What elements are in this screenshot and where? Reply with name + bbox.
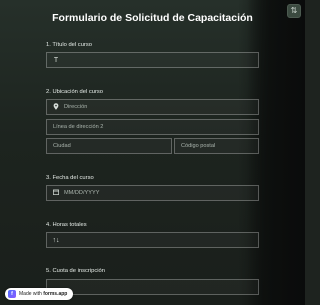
layout-toggle-button[interactable]: ⇅ bbox=[287, 4, 301, 18]
form-title: Formulario de Solicitud de Capacitación bbox=[52, 12, 253, 24]
number-icon: ↑↓ bbox=[52, 236, 60, 244]
badge-prefix: Made with bbox=[19, 291, 42, 297]
address-line-2-input[interactable]: Línea de dirección 2 bbox=[46, 119, 259, 135]
question-1-label: 1. Título del curso bbox=[46, 42, 92, 48]
calendar-icon bbox=[51, 189, 61, 197]
course-title-input[interactable]: T bbox=[46, 52, 259, 68]
question-2-label: 2. Ubicación del curso bbox=[46, 89, 104, 95]
zip-code-input[interactable]: Código postal bbox=[174, 138, 259, 154]
question-4-label: 4. Horas totales bbox=[46, 222, 87, 228]
badge-brand: forms.app bbox=[43, 291, 68, 297]
question-5-label: 5. Cuota de inscripción bbox=[46, 268, 105, 274]
date-placeholder: MM/DD/YYYY bbox=[64, 190, 100, 196]
course-date-input[interactable]: MM/DD/YYYY bbox=[46, 185, 259, 201]
question-3-label: 3. Fecha del curso bbox=[46, 175, 94, 181]
forms-app-logo-icon: f bbox=[8, 290, 16, 298]
city-input[interactable]: Ciudad bbox=[46, 138, 172, 154]
zip-code-placeholder: Código postal bbox=[181, 143, 216, 149]
address-input[interactable]: Dirección bbox=[46, 99, 259, 115]
address-line-2-placeholder: Línea de dirección 2 bbox=[53, 124, 104, 130]
text-field-icon: T bbox=[53, 56, 59, 64]
registration-fee-input[interactable] bbox=[46, 279, 259, 295]
made-with-badge[interactable]: f Made with forms.app bbox=[5, 288, 74, 300]
address-placeholder: Dirección bbox=[64, 104, 88, 110]
form-container: Formulario de Solicitud de Capacitación … bbox=[0, 0, 305, 305]
total-hours-input[interactable]: ↑↓ bbox=[46, 232, 259, 248]
location-pin-icon bbox=[51, 102, 61, 112]
city-placeholder: Ciudad bbox=[53, 143, 71, 149]
